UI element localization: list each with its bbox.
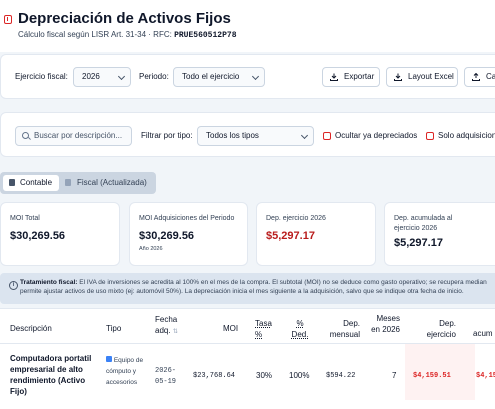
subtitle-text: Cálculo fiscal según LISR Art. 31-34 · R… [18, 30, 172, 39]
tab-contable[interactable]: Contable [3, 175, 59, 191]
col-descripcion[interactable]: Descripción [10, 323, 52, 334]
kpi-sub: Año 2026 [139, 246, 163, 252]
cell-dep-mensual: $594.22 [326, 372, 356, 380]
kpi-label: MOI Adquisiciones del Periodo [139, 215, 235, 222]
cell-descripcion: Computadora portatil empresarial de alto… [10, 354, 92, 396]
cell-dep-acumulada: $4,15 [476, 372, 495, 380]
computer-icon [106, 356, 112, 362]
ejercicio-value: 2026 [82, 72, 100, 81]
layout-excel-label: Layout Excel [408, 72, 454, 81]
kpi-label: Dep. acumulada al ejercicio 2026 [394, 215, 453, 232]
kpi-value: $5,297.17 [266, 230, 315, 242]
kpi-label: Dep. ejercicio 2026 [266, 215, 326, 222]
solo-label: Solo adquisicion [438, 131, 495, 140]
col-moi[interactable]: MOI [223, 323, 238, 334]
periodo-label: Periodo: [139, 72, 169, 81]
ejercicio-select[interactable]: 2026 [73, 67, 131, 87]
col-dep-ejercicio[interactable]: Dep. ejercicio [420, 318, 456, 340]
document-icon [65, 179, 71, 186]
page-header: Depreciación de Activos Fijos Cálculo fi… [0, 0, 495, 52]
cell-meses: 7 [392, 371, 397, 380]
kpi-moi-adquisiciones: MOI Adquisiciones del Periodo $30,269.56… [129, 202, 248, 266]
col-dep-acumulada[interactable]: acum [473, 328, 493, 339]
col-fecha[interactable]: Fecha adq. ⇅ [155, 314, 185, 338]
export-label: Exportar [344, 72, 375, 81]
download-icon [330, 73, 338, 81]
export-button[interactable]: Exportar [322, 67, 380, 87]
ocultar-label: Ocultar ya depreciados [335, 131, 418, 140]
cell-moi: $23,768.64 [193, 372, 236, 380]
periodo-value: Todo el ejercicio [182, 72, 240, 81]
tab-fiscal[interactable]: Fiscal (Actualizada) [62, 175, 147, 191]
col-ded[interactable]: % Ded. [290, 318, 310, 340]
upload-icon [472, 73, 480, 81]
sort-icon: ⇅ [172, 329, 178, 335]
filters-panel: Buscar por descripción... Filtrar por ti… [0, 112, 495, 157]
ejercicio-label: Ejercicio fiscal: [15, 72, 68, 81]
view-toggle: Contable Fiscal (Actualizada) [0, 172, 156, 194]
page-title: Depreciación de Activos Fijos [18, 10, 231, 27]
tipo-select[interactable]: Todos los tipos [197, 126, 314, 146]
kpi-moi-total: MOI Total $30,269.56 [0, 202, 120, 266]
tipo-value: Todos los tipos [206, 131, 259, 140]
notice-title: Tratamiento fiscal: [20, 279, 78, 286]
kpi-value: $30,269.56 [10, 230, 66, 242]
upload-label: Car [486, 72, 495, 81]
cell-fecha: 2026-05-19 [155, 367, 177, 386]
notice-text: Tratamiento fiscal: El IVA de inversione… [20, 279, 495, 296]
cell-tipo-label: Equipo de cómputo y accesorios [106, 357, 144, 386]
chevron-down-icon [117, 72, 126, 81]
info-icon: i [9, 281, 18, 290]
chevron-down-icon [300, 131, 309, 140]
col-dep-mensual[interactable]: Dep. mensual [326, 318, 360, 340]
kpi-value: $30,269.56 [139, 230, 195, 242]
col-tasa[interactable]: Tasa % [255, 318, 272, 340]
ocultar-checkbox[interactable] [323, 132, 331, 140]
download-icon [394, 73, 402, 81]
kpi-dep-acumulada: Dep. acumulada al ejercicio 2026 $5,297.… [384, 202, 495, 266]
layout-excel-button[interactable]: Layout Excel [386, 67, 458, 87]
periodo-select[interactable]: Todo el ejercicio [173, 67, 265, 87]
col-tipo[interactable]: Tipo [106, 323, 121, 334]
cell-ded: 100% [289, 371, 310, 380]
tipo-label: Filtrar por tipo: [141, 131, 193, 140]
cell-tipo: Equipo de cómputo y accesorios [106, 355, 150, 388]
cell-dep-ejercicio: $4,159.51 [413, 372, 451, 380]
rfc-value: PRUE560512P78 [174, 31, 237, 40]
kpi-dep-ejercicio: Dep. ejercicio 2026 $5,297.17 [256, 202, 376, 266]
search-input[interactable]: Buscar por descripción... [15, 126, 132, 146]
cell-tasa: 30% [256, 371, 273, 380]
kpi-label: MOI Total [10, 215, 40, 222]
page-subtitle: Cálculo fiscal según LISR Art. 31-34 · R… [18, 30, 237, 40]
tab-contable-label: Contable [20, 178, 53, 187]
upload-button[interactable]: Car [464, 67, 495, 87]
toolbar-panel: Ejercicio fiscal: 2026 Periodo: Todo el … [0, 54, 495, 99]
kpi-value: $5,297.17 [394, 237, 443, 249]
chevron-down-icon [251, 72, 260, 81]
col-meses[interactable]: Meses en 2026 [368, 313, 400, 335]
tab-fiscal-label: Fiscal (Actualizada) [77, 178, 147, 187]
search-icon [22, 132, 29, 139]
notice-body: El IVA de inversiones se acredita al 100… [20, 279, 487, 295]
document-icon [4, 15, 12, 24]
solo-checkbox[interactable] [426, 132, 434, 140]
search-placeholder: Buscar por descripción... [34, 131, 123, 140]
fiscal-notice: i Tratamiento fiscal: El IVA de inversio… [0, 273, 495, 304]
ledger-icon [9, 179, 15, 186]
